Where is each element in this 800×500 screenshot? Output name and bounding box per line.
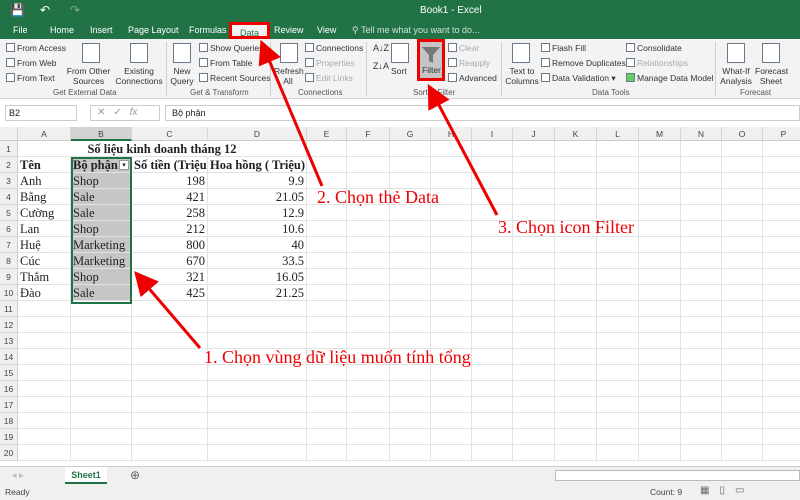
arrow-to-selection: [134, 271, 202, 349]
annotation-step3: 3. Chọn icon Filter: [498, 217, 634, 237]
annotation-overlay: 2. Chọn thẻ Data 3. Chọn icon Filter 1. …: [134, 39, 634, 367]
annotation-step1: 1. Chọn vùng dữ liệu muốn tính tổng: [204, 347, 471, 367]
annotation-step2: 2. Chọn thẻ Data: [317, 187, 439, 207]
arrow-to-filter: [427, 84, 499, 216]
arrow-to-data-tab: [258, 39, 324, 187]
